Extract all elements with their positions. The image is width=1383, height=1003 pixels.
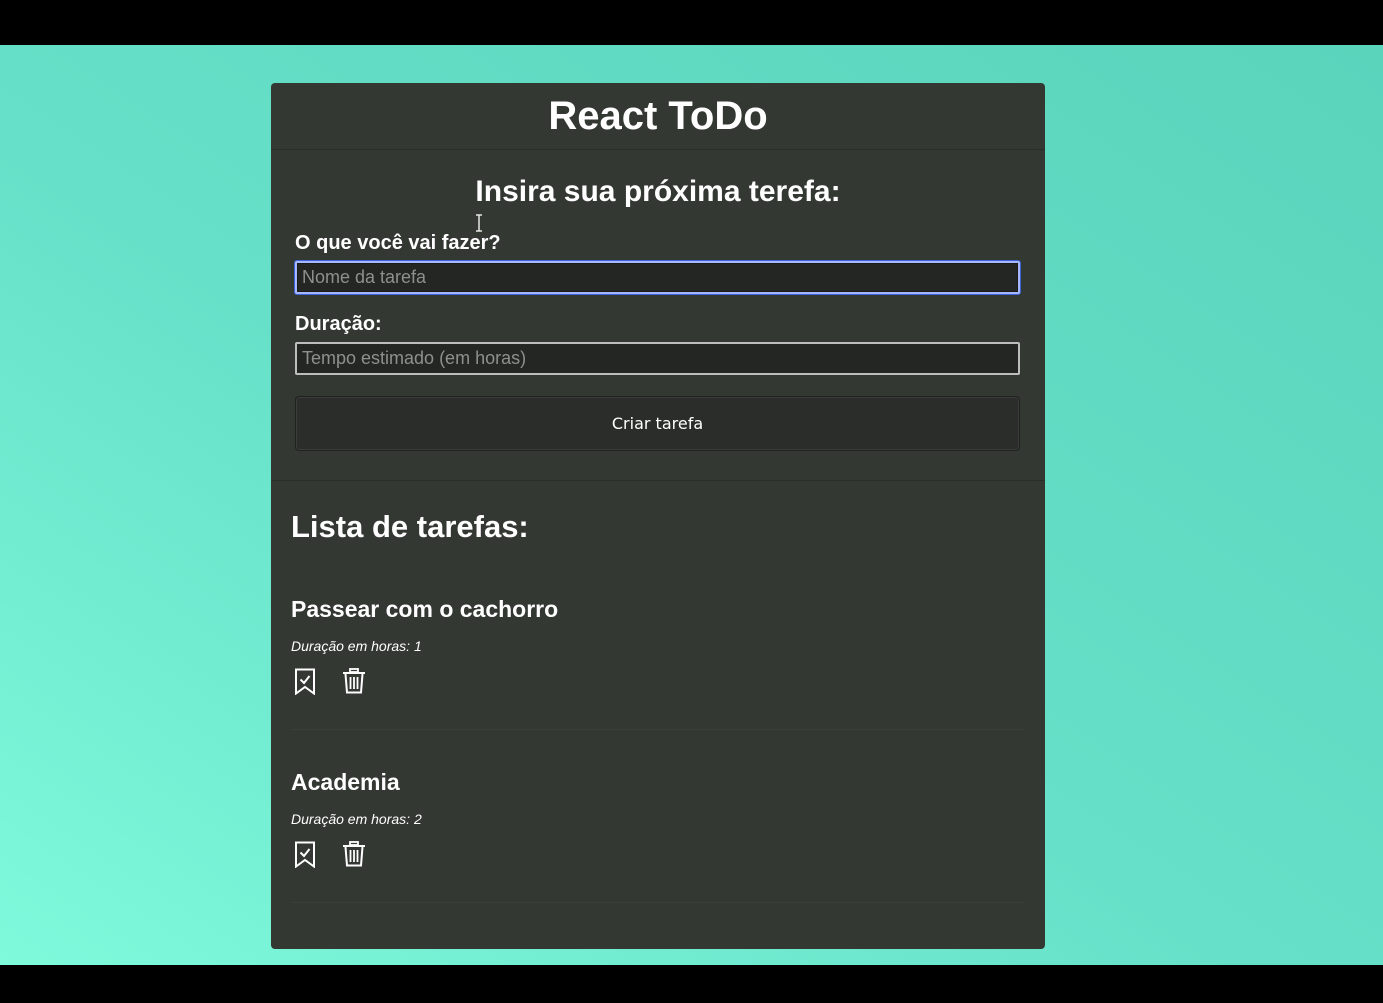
trash-icon[interactable] [341, 667, 367, 695]
bookmark-check-icon[interactable] [292, 667, 318, 695]
task-name-input[interactable] [295, 261, 1020, 294]
todo-card: React ToDo Insira sua próxima terefa: O … [271, 83, 1045, 949]
duration-input[interactable] [295, 342, 1020, 375]
duration-label: Duração: [295, 313, 382, 335]
task-list-section: Lista de tarefas: Passear com o cachorro… [271, 481, 1045, 903]
top-black-bar [0, 0, 1383, 45]
bottom-black-bar [0, 965, 1383, 1003]
task-name: Academia [291, 769, 400, 795]
task-item: Academia Duração em horas: 2 [291, 730, 1025, 903]
create-task-button[interactable]: Criar tarefa [295, 396, 1020, 451]
task-item: Passear com o cachorro Duração em horas:… [291, 557, 1025, 730]
task-name-label: O que você vai fazer? [295, 232, 501, 254]
task-list-title: Lista de tarefas: [291, 509, 529, 544]
task-actions [292, 840, 367, 868]
task-name: Passear com o cachorro [291, 596, 559, 622]
form-title: Insira sua próxima terefa: [475, 175, 841, 208]
new-task-form: Insira sua próxima terefa: O que você va… [271, 150, 1045, 481]
task-duration: Duração em horas: 1 [291, 638, 422, 654]
task-actions [292, 667, 367, 695]
app-title: React ToDo [548, 93, 768, 138]
text-cursor-icon [476, 214, 482, 232]
bookmark-check-icon[interactable] [292, 840, 318, 868]
trash-icon[interactable] [341, 840, 367, 868]
page-viewport: React ToDo Insira sua próxima terefa: O … [0, 45, 1383, 965]
task-duration: Duração em horas: 2 [291, 811, 422, 827]
app-header: React ToDo [271, 83, 1045, 150]
